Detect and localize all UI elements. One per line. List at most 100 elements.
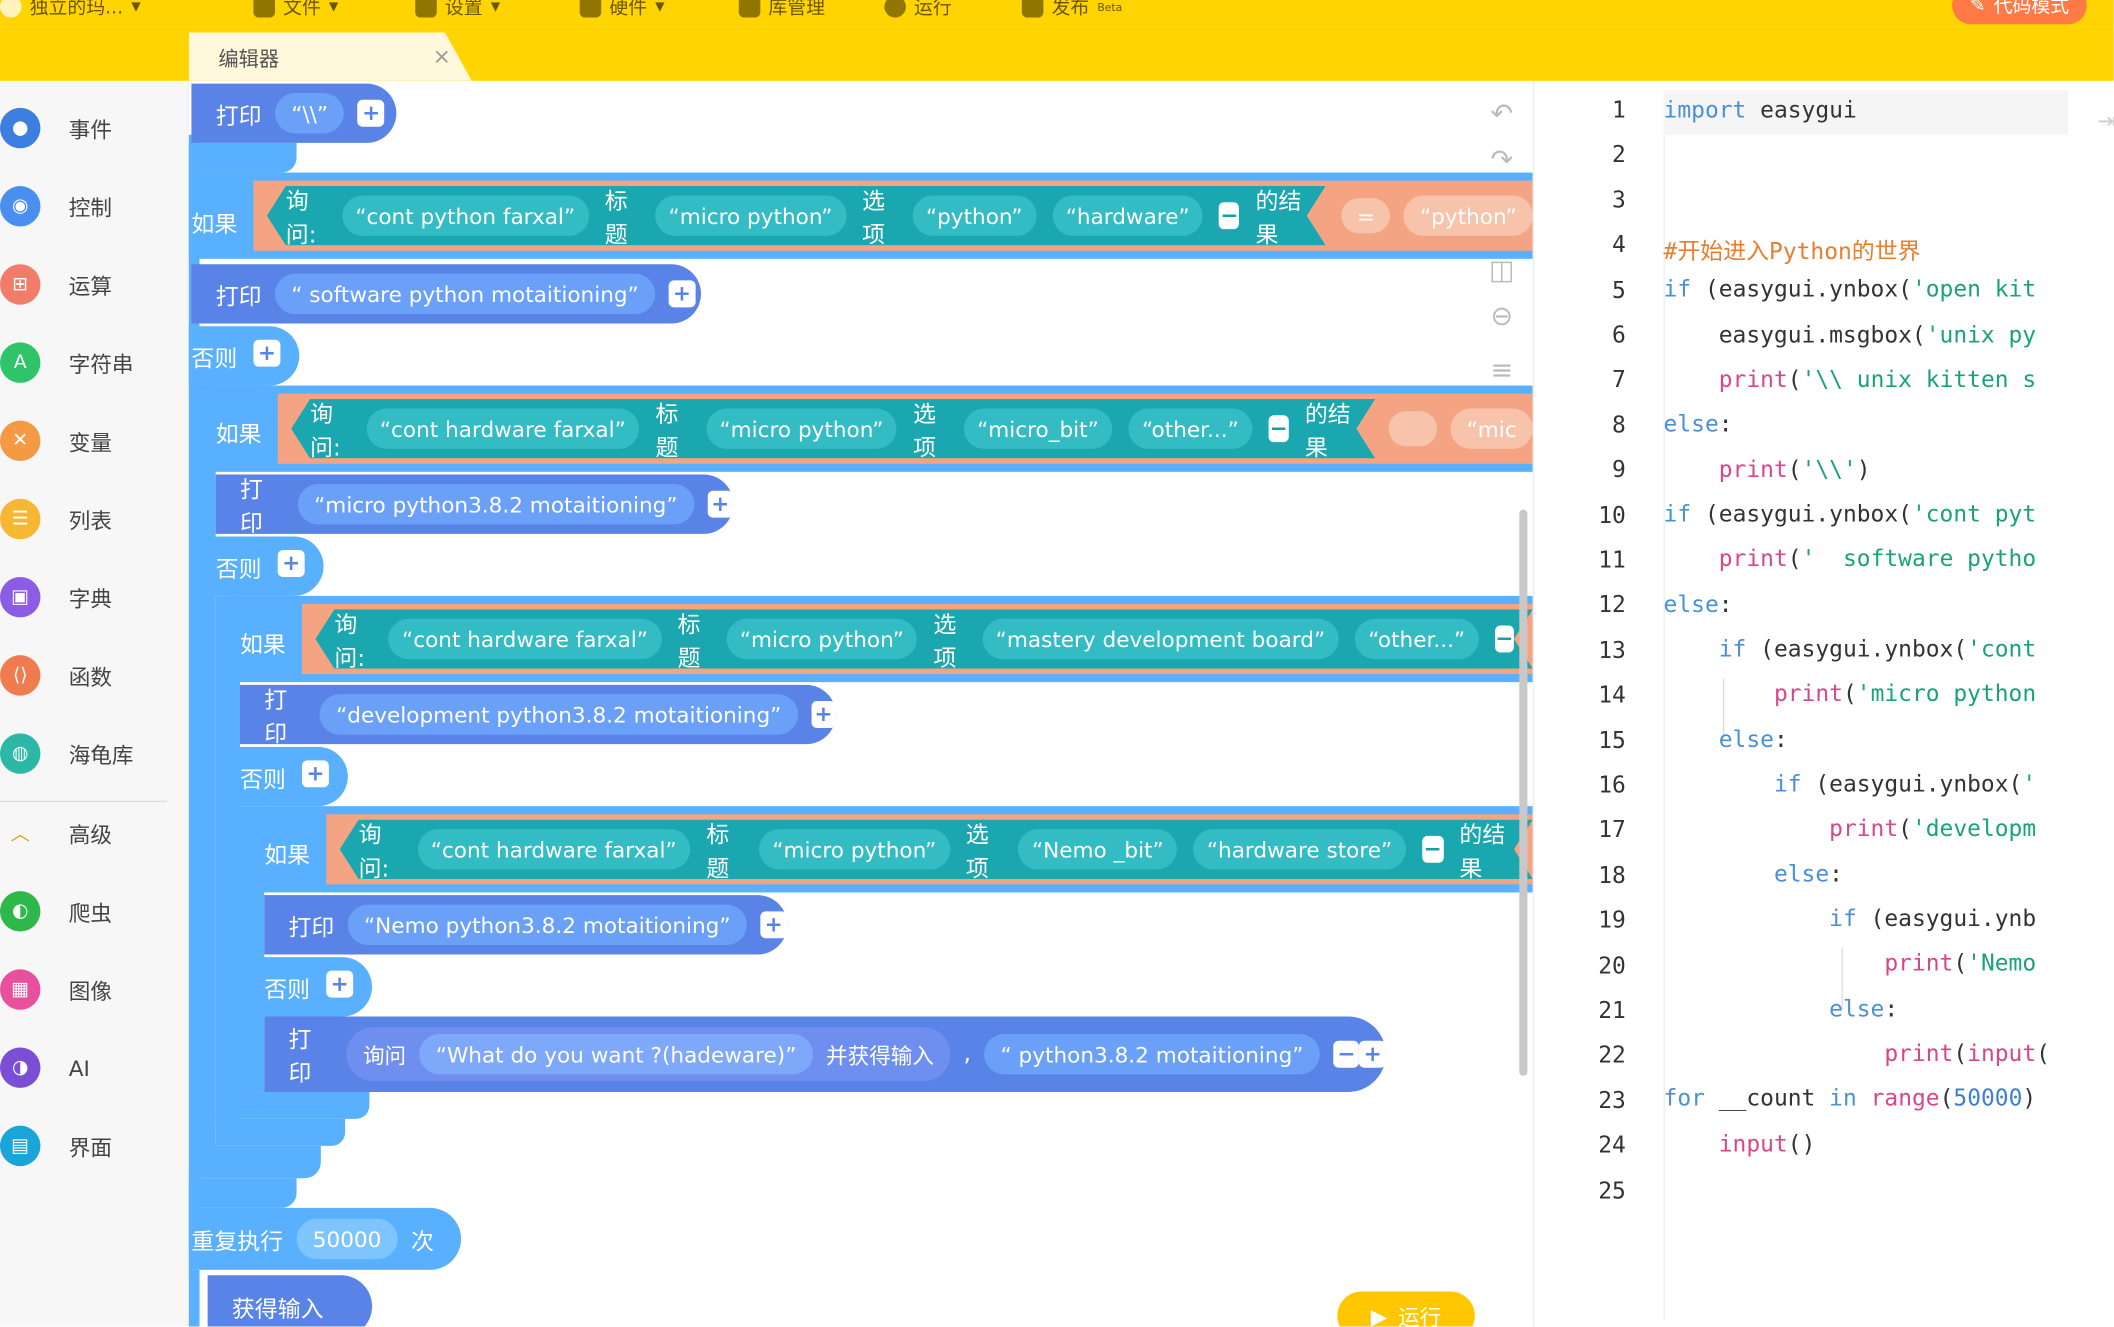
string-value[interactable]: “\\”: [275, 93, 345, 134]
run-menu[interactable]: 运行: [884, 0, 952, 20]
undo-icon[interactable]: ↶: [1486, 97, 1518, 129]
question-value[interactable]: “cont hardware farxal”: [366, 408, 639, 448]
ask-block[interactable]: 询问: “cont hardware farxal” 标题 “micro pyt…: [291, 399, 1375, 458]
add-icon[interactable]: +: [326, 970, 354, 998]
operator-dropdown[interactable]: =: [1341, 198, 1391, 234]
question-value[interactable]: “cont hardware farxal”: [389, 619, 662, 659]
option-value[interactable]: “other...”: [1128, 408, 1252, 448]
repeat-count[interactable]: 50000: [296, 1218, 398, 1260]
publish-menu[interactable]: 发布 Beta: [1021, 0, 1122, 20]
sidebar-item-5[interactable]: ☰ 列表: [0, 492, 189, 546]
operator-dropdown[interactable]: [1388, 411, 1437, 447]
sidebar-item-9[interactable]: ︿ 高级: [0, 806, 189, 860]
add-icon[interactable]: +: [253, 339, 281, 367]
workspace-scrollbar[interactable]: [1519, 509, 1528, 1076]
condition-block[interactable]: 询问: “cont hardware farxal” 标题 “micro pyt…: [301, 603, 1533, 675]
sidebar-item-11[interactable]: ▦ 图像: [0, 963, 189, 1017]
sidebar-item-6[interactable]: ▣ 字典: [0, 570, 189, 624]
question-value[interactable]: “cont python farxal”: [342, 195, 589, 235]
sidebar-item-12[interactable]: ◑ AI: [0, 1041, 189, 1095]
string-value[interactable]: “ software python motaitioning”: [275, 273, 655, 315]
print-block[interactable]: 打印 “development python3.8.2 motaitioning…: [239, 684, 836, 748]
settings-menu[interactable]: 设置 ▾: [415, 0, 500, 20]
else-label: 否则: [264, 977, 311, 1005]
condition-block[interactable]: 询问: “cont hardware farxal” 标题 “micro pyt…: [277, 393, 1533, 464]
remove-icon[interactable]: −: [1219, 202, 1239, 229]
remove-icon[interactable]: −: [1268, 415, 1288, 442]
compare-value[interactable]: “python”: [1403, 195, 1533, 236]
redo-icon[interactable]: ↷: [1486, 143, 1518, 175]
print-block[interactable]: 打印 “ software python motaitioning” +: [191, 264, 702, 324]
sidebar-item-3[interactable]: A 字符串: [0, 336, 189, 390]
add-icon[interactable]: +: [810, 701, 836, 728]
sidebar-item-4[interactable]: ✕ 变量: [0, 414, 189, 468]
sidebar-item-0[interactable]: ● 事件: [0, 101, 189, 155]
option-value[interactable]: “hardware”: [1052, 195, 1203, 235]
condition-block[interactable]: 询问: “cont python farxal” 标题 “micro pytho…: [253, 180, 1533, 251]
chevron-down-icon: ▾: [328, 0, 339, 18]
option-value[interactable]: “python”: [912, 195, 1036, 235]
option-value[interactable]: “mastery development board”: [982, 619, 1338, 659]
string-value[interactable]: “Nemo python3.8.2 motaitioning”: [347, 904, 747, 946]
print-block[interactable]: 打印 “micro python3.8.2 motaitioning” +: [215, 474, 734, 538]
code-mode-button[interactable]: ✎ 代码模式: [1952, 0, 2087, 25]
option-value[interactable]: “hardware store”: [1193, 829, 1405, 869]
add-icon[interactable]: +: [357, 99, 385, 127]
print-block[interactable]: 打印 “Nemo python3.8.2 motaitioning” +: [264, 895, 788, 955]
sidebar-item-7[interactable]: ⟨⟩ 函数: [0, 648, 189, 702]
option-value[interactable]: “other...”: [1355, 619, 1479, 659]
add-icon[interactable]: +: [668, 280, 696, 308]
ask-input-block[interactable]: 询问 “What do you want ?(hadeware)” 并获得输入: [346, 1027, 951, 1082]
sidebar-item-2[interactable]: ⊞ 运算: [0, 257, 189, 311]
library-menu[interactable]: 库管理: [738, 0, 825, 20]
ask-block[interactable]: 询问: “cont python farxal” 标题 “micro pytho…: [267, 186, 1326, 245]
repeat-block[interactable]: 重复执行 50000 次: [188, 1207, 462, 1270]
ask-block[interactable]: 询问: “cont hardware farxal” 标题 “micro pyt…: [315, 609, 1532, 668]
ask-block[interactable]: 询问: “cont hardware farxal” 标题 “micro pyt…: [340, 820, 1533, 879]
add-icon[interactable]: +: [277, 550, 305, 577]
title-value[interactable]: “micro python”: [726, 619, 917, 659]
add-icon[interactable]: +: [1359, 1040, 1386, 1068]
sidebar-item-10[interactable]: ◐ 爬虫: [0, 884, 189, 938]
remove-icon[interactable]: −: [1333, 1040, 1360, 1068]
sidebar-item-1[interactable]: ◉ 控制: [0, 179, 189, 233]
remove-icon[interactable]: −: [1495, 626, 1514, 653]
print-block[interactable]: 打印 询问 “What do you want ?(hadeware)” 并获得…: [264, 1016, 1386, 1092]
tab-close-icon[interactable]: ×: [433, 43, 451, 69]
hardware-menu[interactable]: 硬件 ▾: [579, 0, 665, 20]
add-icon[interactable]: +: [760, 911, 788, 939]
block-connector: [239, 1091, 370, 1119]
title-value[interactable]: “micro python”: [655, 195, 846, 235]
string-value[interactable]: “development python3.8.2 motaitioning”: [319, 694, 798, 735]
collapse-panel-icon[interactable]: ⇥: [2098, 108, 2114, 134]
run-button[interactable]: ▶ 运行: [1337, 1291, 1475, 1327]
add-icon[interactable]: +: [301, 760, 329, 788]
sidebar-item-13[interactable]: ▤ 界面: [0, 1119, 189, 1173]
align-icon[interactable]: ≡: [1486, 353, 1518, 385]
zoom-out-icon[interactable]: ⊖: [1486, 299, 1518, 331]
project-menu[interactable]: 独立的玛... ▾: [0, 0, 141, 20]
block-frame: [191, 385, 216, 1168]
file-menu[interactable]: 文件 ▾: [253, 0, 338, 20]
condition-block[interactable]: 询问: “cont hardware farxal” 标题 “micro pyt…: [326, 814, 1533, 885]
sidebar-item-label: 列表: [68, 508, 112, 534]
zoom-reset-icon[interactable]: ◫: [1486, 253, 1518, 285]
sidebar-item-8[interactable]: ◍ 海龟库: [0, 727, 189, 781]
if-label: 如果: [191, 211, 238, 239]
question-value[interactable]: “What do you want ?(hadeware)”: [419, 1033, 813, 1075]
option-value[interactable]: “micro_bit”: [964, 408, 1113, 448]
title-value[interactable]: “micro python”: [759, 829, 950, 869]
option-value[interactable]: “Nemo _bit”: [1018, 829, 1177, 869]
block-workspace[interactable]: 打印 “\\” + 如果 询问: “cont python farxal” 标题…: [188, 80, 1533, 1327]
title-value[interactable]: “micro python”: [706, 408, 897, 448]
remove-icon[interactable]: −: [1422, 836, 1443, 863]
string-value[interactable]: “micro python3.8.2 motaitioning”: [297, 483, 694, 525]
question-value[interactable]: “cont hardware farxal”: [417, 829, 690, 869]
compare-value[interactable]: “mic: [1450, 408, 1533, 449]
get-input-block[interactable]: 获得输入: [207, 1275, 373, 1327]
add-icon[interactable]: +: [707, 490, 734, 518]
gear-icon: [415, 0, 437, 18]
print-block[interactable]: 打印 “\\” +: [191, 83, 397, 143]
sidebar-item-label: 事件: [68, 117, 112, 143]
string-value[interactable]: “ python3.8.2 motaitioning”: [984, 1033, 1320, 1075]
